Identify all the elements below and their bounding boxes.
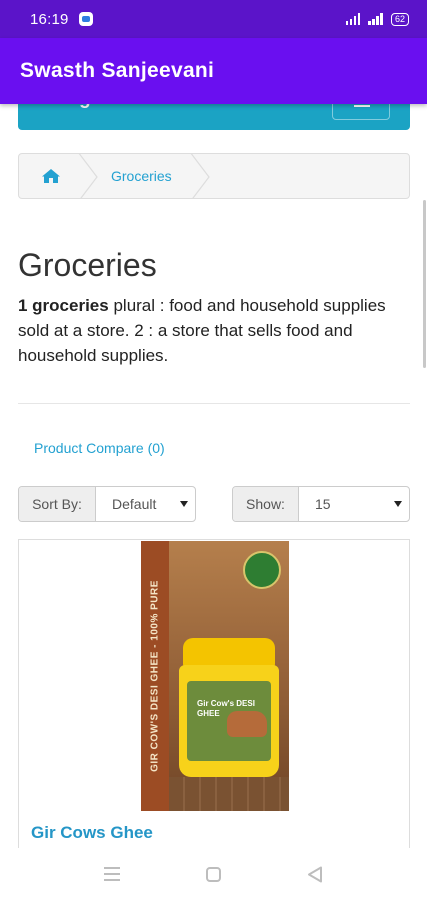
cow-illustration (227, 711, 267, 737)
sort-select[interactable]: Default (96, 487, 195, 521)
image-band: GIR COW'S DESI GHEE - 100% PURE (141, 541, 169, 811)
status-time: 16:19 (30, 10, 69, 28)
divider (18, 403, 410, 404)
breadcrumb-item-groceries[interactable]: Groceries (111, 168, 172, 184)
app-bar: Swasth Sanjeevani (0, 38, 427, 104)
signal-icon (345, 13, 361, 25)
page-title: Groceries (18, 247, 157, 283)
status-bar: 16:19 62 (0, 0, 427, 38)
hamburger-icon (354, 105, 370, 107)
image-band-text: GIR COW'S DESI GHEE - 100% PURE (149, 580, 161, 772)
home-icon[interactable] (41, 167, 61, 185)
quality-badge-icon (243, 551, 281, 589)
sort-control: Sort By: Default (18, 486, 196, 522)
back-icon[interactable] (307, 866, 323, 883)
product-name-link[interactable]: Gir Cows Ghee (31, 823, 153, 843)
jar-lid (183, 638, 275, 668)
sort-value: Default (112, 496, 157, 512)
show-select[interactable]: 15 (299, 487, 409, 521)
app-title: Swasth Sanjeevani (20, 59, 215, 82)
dropdown-arrow-icon (180, 501, 188, 507)
dropdown-arrow-icon (394, 501, 402, 507)
battery-icon: 62 (390, 12, 409, 26)
product-card: GIR COW'S DESI GHEE - 100% PURE Gir Cow'… (18, 539, 410, 869)
breadcrumb-separator (190, 154, 210, 198)
breadcrumb-separator (78, 154, 98, 198)
navigation-bar (0, 848, 427, 900)
sort-label: Sort By: (19, 487, 96, 521)
show-value: 15 (315, 496, 331, 512)
show-label: Show: (233, 487, 299, 521)
recent-apps-icon[interactable] (104, 867, 120, 881)
wooden-floor (169, 777, 289, 811)
show-control: Show: 15 (232, 486, 410, 522)
category-description: 1 groceries plural : food and household … (18, 293, 398, 368)
home-button-icon[interactable] (206, 867, 221, 882)
notification-app-icon (78, 12, 93, 26)
product-compare-link[interactable]: Product Compare (0) (34, 440, 165, 456)
scrollbar[interactable] (423, 200, 426, 368)
status-indicators: 62 (345, 12, 409, 26)
signal-icon-2 (368, 13, 383, 25)
product-image[interactable]: GIR COW'S DESI GHEE - 100% PURE Gir Cow'… (141, 541, 289, 811)
description-term: 1 groceries (18, 296, 109, 315)
breadcrumb: Groceries (18, 153, 410, 199)
